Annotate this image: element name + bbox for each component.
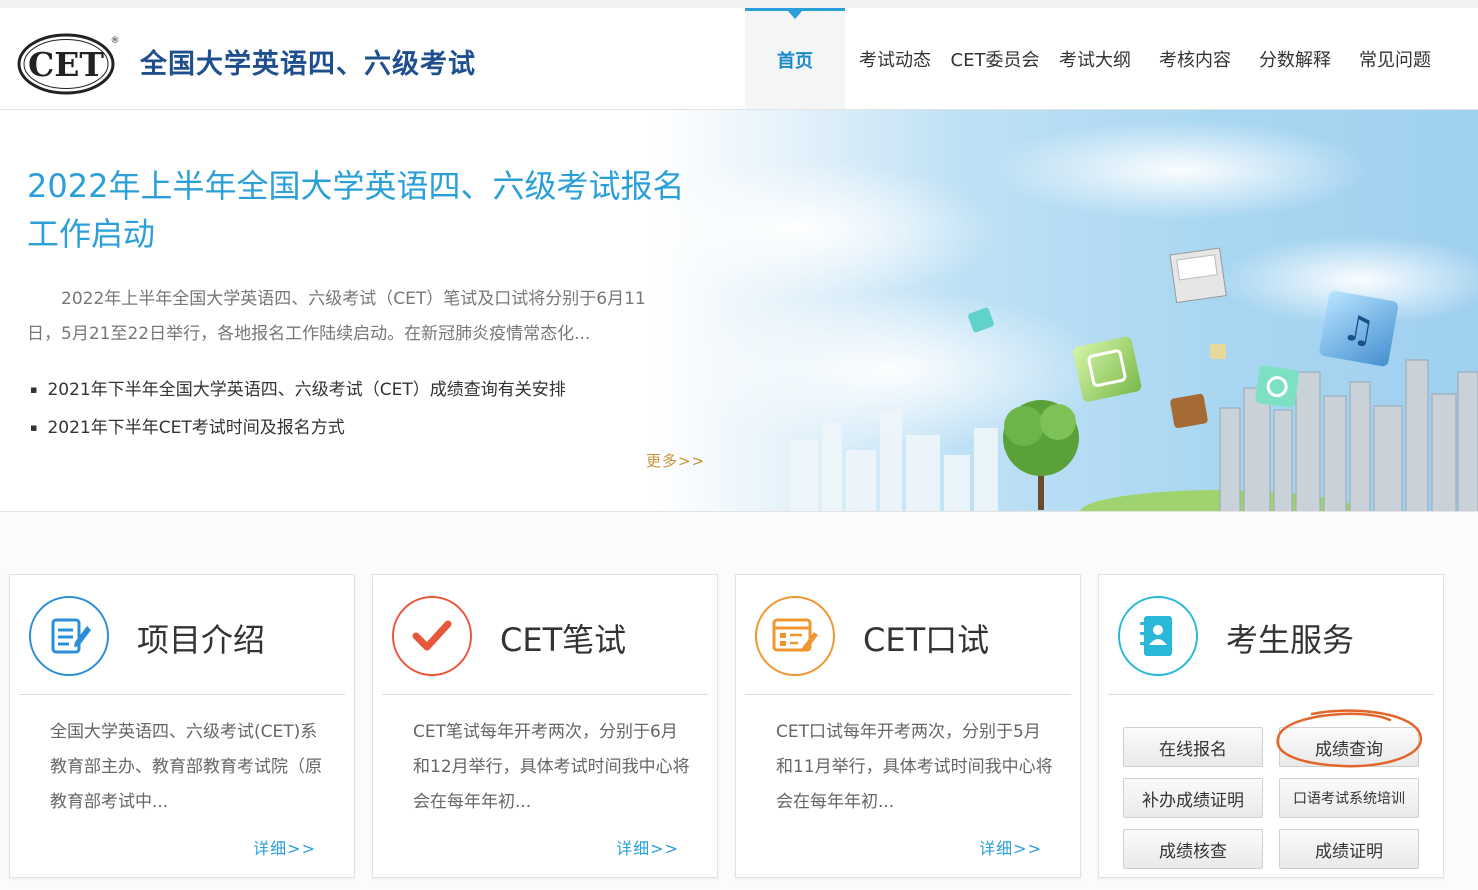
banner-city-illustration: ♫ [660,120,1478,511]
card-title: 项目介绍 [137,621,266,659]
active-indicator-icon [788,11,802,19]
form-pencil-icon [755,596,835,676]
banner-summary: 2022年上半年全国大学英语四、六级考试（CET）笔试及口试将分别于6月11日，… [27,289,646,344]
document-edit-icon [29,596,109,676]
site-header: CET ® 全国大学英语四、六级考试 首页 考试动态 CET委员会 考试大纲 考… [0,8,1478,110]
card-title: CET笔试 [500,621,627,659]
site-title: 全国大学英语四、六级考试 [140,49,476,80]
nav-content[interactable]: 考核内容 [1145,8,1245,109]
svg-text:CET: CET [28,45,104,84]
nav-exam-news[interactable]: 考试动态 [845,8,945,109]
card-description: CET口试每年开考两次，分别于5月和11月举行，具体考试时间我中心将会在每年年初… [776,722,1053,812]
nav-faq[interactable]: 常见问题 [1345,8,1445,109]
cet-logo[interactable]: CET ® [16,30,120,96]
divider [382,694,708,695]
divider [745,694,1071,695]
svg-text:®: ® [111,36,120,46]
card-cet-oral: CET口试 CET口试每年开考两次，分别于5月和11月举行，具体考试时间我中心将… [735,574,1081,878]
card-description: 全国大学英语四、六级考试(CET)系教育部主办、教育部教育考试院（原教育部考试中… [50,722,322,812]
detail-link[interactable]: 详细>> [616,835,679,859]
checkmark-icon [392,596,472,676]
card-project-intro: 项目介绍 全国大学英语四、六级考试(CET)系教育部主办、教育部教育考试院（原教… [9,574,355,878]
score-verification-button[interactable]: 成绩核查 [1123,829,1263,869]
top-strip [0,0,1478,8]
score-query-button[interactable]: 成绩查询 [1279,727,1419,767]
detail-link[interactable]: 详细>> [979,835,1042,859]
divider [1108,694,1434,695]
detail-link[interactable]: 详细>> [253,835,316,859]
contact-book-icon [1118,596,1198,676]
more-link[interactable]: 更多>> [646,450,705,471]
banner: ♫ 2022年上半年全国大学英语四、六级考试报名工作启动 2022年上半年全国大… [0,110,1478,512]
news-item[interactable]: 2021年下半年全国大学英语四、六级考试（CET）成绩查询有关安排 [30,372,565,410]
card-description: CET笔试每年开考两次，分别于6月和12月举行，具体考试时间我中心将会在每年年初… [413,722,690,812]
news-item[interactable]: 2021年下半年CET考试时间及报名方式 [30,410,566,448]
nav-cet-committee[interactable]: CET委员会 [945,8,1045,109]
card-title: CET口试 [863,621,990,659]
divider [19,694,345,695]
news-list: 2021年下半年全国大学英语四、六级考试（CET）成绩查询有关安排 2021年下… [30,372,566,448]
banner-headline[interactable]: 2022年上半年全国大学英语四、六级考试报名工作启动 [27,162,687,258]
online-registration-button[interactable]: 在线报名 [1123,727,1263,767]
score-certificate-button[interactable]: 成绩证明 [1279,829,1419,869]
card-cet-written: CET笔试 CET笔试每年开考两次，分别于6月和12月举行，具体考试时间我中心将… [372,574,718,878]
oral-exam-system-training-button[interactable]: 口语考试系统培训 [1279,778,1419,818]
main-nav: 首页 考试动态 CET委员会 考试大纲 考核内容 分数解释 常见问题 [745,8,1445,109]
nav-score-explain[interactable]: 分数解释 [1245,8,1345,109]
reissue-score-certificate-button[interactable]: 补办成绩证明 [1123,778,1263,818]
nav-home[interactable]: 首页 [745,8,845,109]
nav-syllabus[interactable]: 考试大纲 [1045,8,1145,109]
card-title: 考生服务 [1226,621,1355,659]
